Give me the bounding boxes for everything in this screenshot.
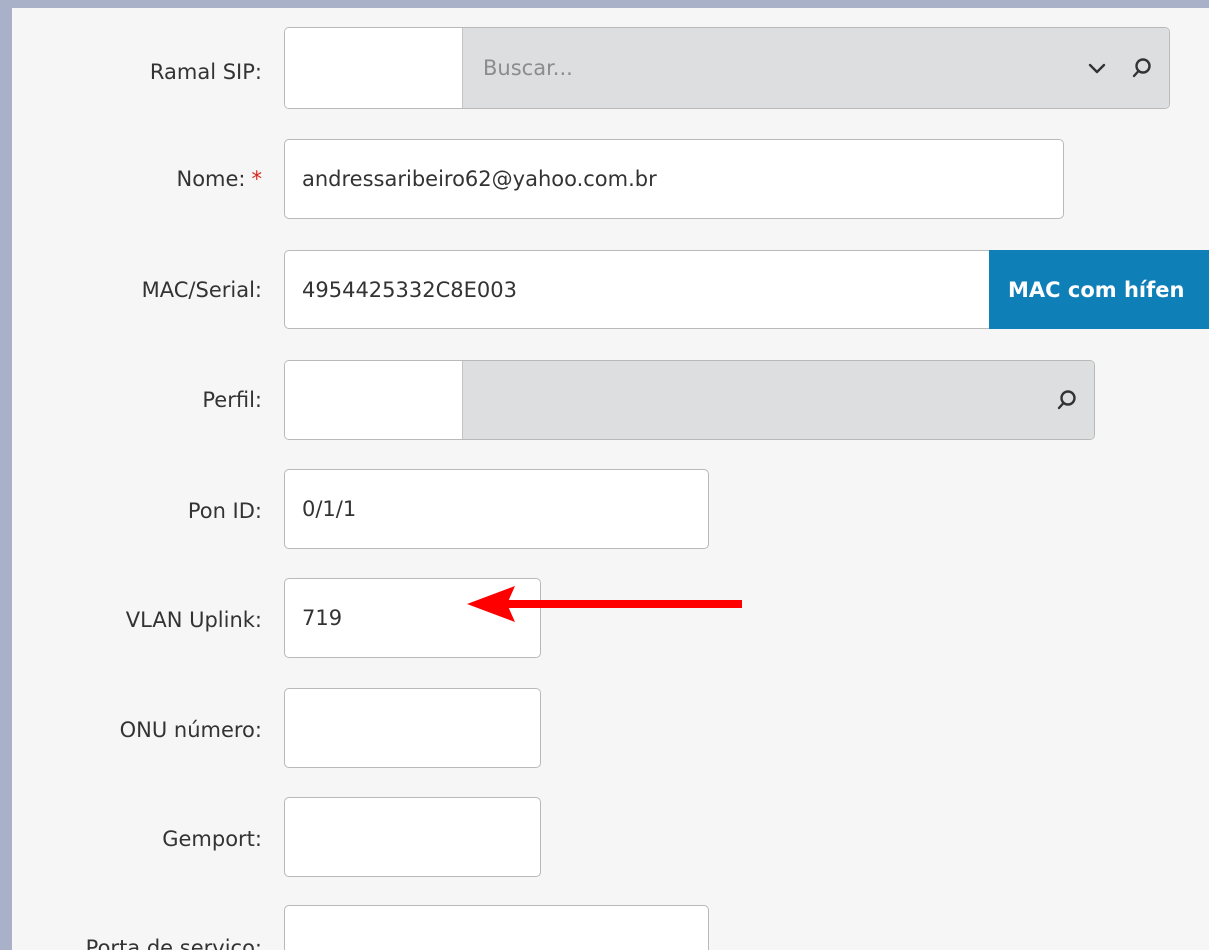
perfil-label: Perfil: xyxy=(202,388,262,412)
pon-id-input[interactable]: 0/1/1 xyxy=(284,469,709,549)
perfil-code-input[interactable] xyxy=(285,361,463,439)
red-arrow-icon xyxy=(467,586,742,622)
required-mark: * xyxy=(251,167,263,191)
gemport-input[interactable] xyxy=(284,797,541,877)
ramal-sip-code-input[interactable] xyxy=(285,28,463,108)
porta-servico-label: Porta de serviço: xyxy=(85,936,262,950)
ramal-sip-placeholder: Buscar... xyxy=(483,56,573,80)
ramal-sip-label: Ramal SIP: xyxy=(149,60,262,84)
onu-numero-label: ONU número: xyxy=(119,718,262,742)
porta-servico-input[interactable] xyxy=(284,905,709,950)
search-icon[interactable] xyxy=(1130,56,1154,80)
gemport-label: Gemport: xyxy=(162,827,262,851)
nome-label-text: Nome: xyxy=(176,167,246,191)
onu-numero-input[interactable] xyxy=(284,688,541,768)
chevron-down-icon[interactable] xyxy=(1085,56,1109,80)
nome-input[interactable]: andressaribeiro62@yahoo.com.br xyxy=(284,139,1064,219)
form-panel: Ramal SIP: Buscar... Nome: * andressaribe… xyxy=(12,8,1209,950)
nome-label: Nome: * xyxy=(176,165,262,193)
ramal-sip-combo: Buscar... xyxy=(284,27,1170,109)
mac-serial-input[interactable]: 4954425332C8E003 xyxy=(284,250,1004,329)
perfil-search-input[interactable] xyxy=(463,361,1094,439)
pon-id-label: Pon ID: xyxy=(187,499,262,523)
perfil-combo xyxy=(284,360,1095,440)
mac-serial-label: MAC/Serial: xyxy=(141,278,262,302)
vlan-uplink-label: VLAN Uplink: xyxy=(125,608,262,632)
search-icon[interactable] xyxy=(1055,388,1079,412)
ramal-sip-search-input[interactable]: Buscar... xyxy=(463,28,1169,108)
mac-com-hifen-button[interactable]: MAC com hífen xyxy=(989,250,1209,329)
